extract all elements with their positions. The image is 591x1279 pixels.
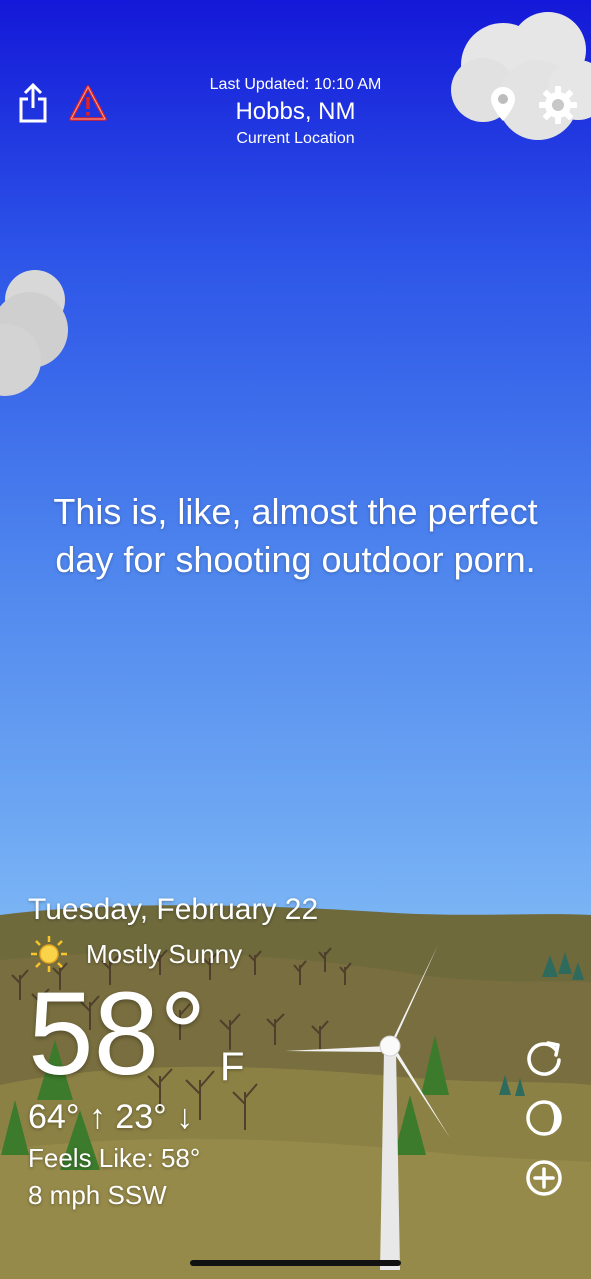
refresh-button[interactable]	[524, 1038, 564, 1078]
moon-phase-button[interactable]	[524, 1098, 564, 1138]
add-button[interactable]	[524, 1158, 564, 1198]
feels-like: Feels Like: 58°	[28, 1143, 201, 1173]
weather-quip-line-1: This is, like, almost the perfect	[53, 491, 538, 532]
forecast-date: Tuesday, February 22	[28, 893, 319, 926]
condition-text: Mostly Sunny	[86, 938, 243, 969]
add-icon	[526, 1160, 562, 1196]
high-low-temperature: 64° ↑ 23° ↓	[28, 1098, 194, 1136]
top-bar: Last Updated: 10:10 AM Hobbs, NM Current…	[0, 0, 591, 160]
location-pin-icon	[491, 87, 515, 121]
home-indicator[interactable]	[190, 1260, 401, 1266]
temperature-unit[interactable]: F	[220, 1045, 244, 1090]
settings-button[interactable]	[538, 85, 578, 125]
gear-icon	[539, 86, 577, 124]
location-button[interactable]	[488, 84, 518, 124]
moon-phase-icon	[526, 1100, 562, 1136]
refresh-icon	[527, 1041, 561, 1076]
weather-quip: This is, like, almost the perfect day fo…	[0, 488, 591, 584]
current-temperature: 58°	[28, 968, 207, 1100]
weather-quip-line-2: day for shooting outdoor porn.	[55, 539, 536, 580]
wind-speed: 8 mph SSW	[28, 1180, 167, 1210]
location-subtitle: Current Location	[236, 130, 355, 147]
cloud-left	[0, 270, 68, 396]
